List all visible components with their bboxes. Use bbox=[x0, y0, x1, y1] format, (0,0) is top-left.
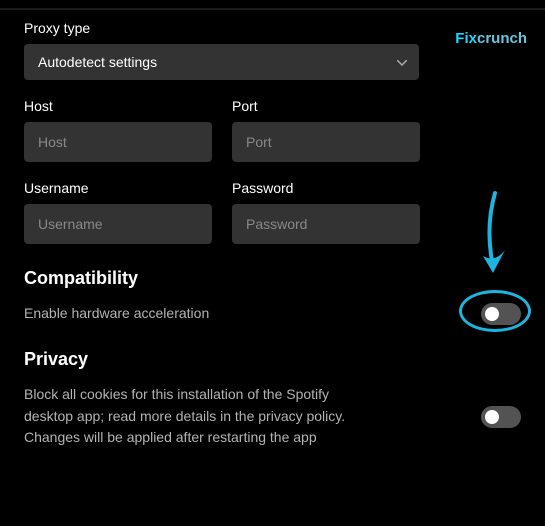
username-label: Username bbox=[24, 180, 212, 196]
hw-accel-toggle[interactable] bbox=[481, 303, 521, 325]
top-border bbox=[0, 8, 545, 10]
port-label: Port bbox=[232, 98, 420, 114]
privacy-title: Privacy bbox=[24, 349, 521, 370]
compatibility-title: Compatibility bbox=[24, 268, 521, 289]
password-input[interactable] bbox=[232, 204, 420, 244]
proxy-type-label: Proxy type bbox=[24, 20, 521, 36]
hw-accel-label: Enable hardware acceleration bbox=[24, 303, 209, 325]
toggle-knob bbox=[485, 410, 499, 424]
host-input[interactable] bbox=[24, 122, 212, 162]
host-label: Host bbox=[24, 98, 212, 114]
toggle-knob bbox=[485, 307, 499, 321]
block-cookies-toggle[interactable] bbox=[481, 406, 521, 428]
port-input[interactable] bbox=[232, 122, 420, 162]
proxy-type-select[interactable]: Autodetect settings bbox=[24, 44, 419, 80]
username-input[interactable] bbox=[24, 204, 212, 244]
password-label: Password bbox=[232, 180, 420, 196]
block-cookies-desc: Block all cookies for this installation … bbox=[24, 384, 374, 449]
